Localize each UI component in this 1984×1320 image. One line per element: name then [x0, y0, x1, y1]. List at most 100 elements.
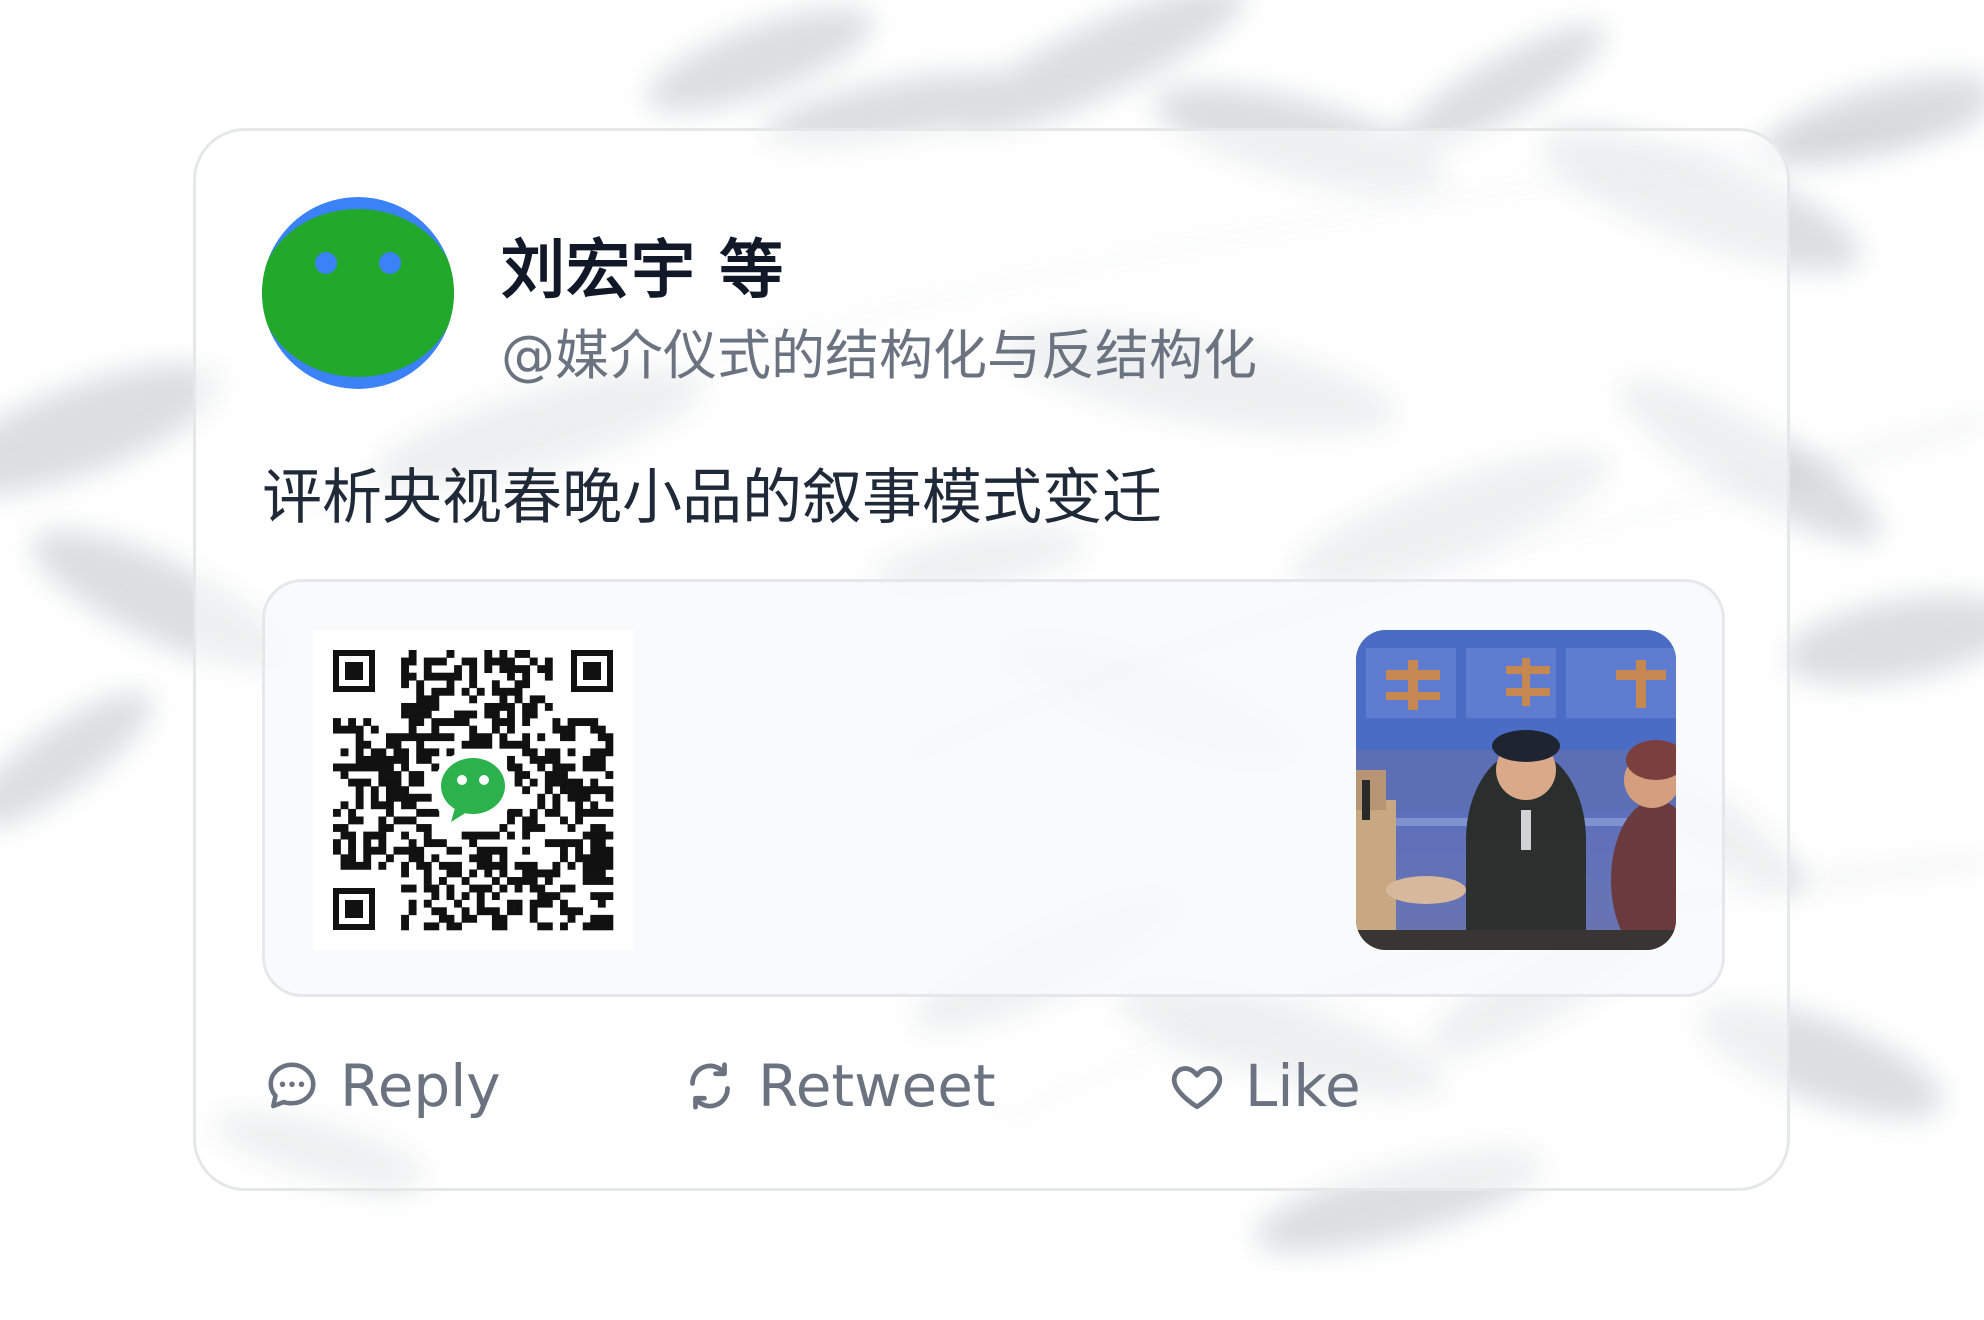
action-bar: Reply Retweet Like — [262, 1046, 1662, 1126]
qr-module — [560, 778, 568, 787]
qr-module — [348, 725, 357, 734]
qr-module — [537, 869, 546, 878]
qr-module — [575, 778, 584, 787]
qr-module — [544, 869, 553, 878]
qr-module — [355, 778, 364, 787]
qr-module — [499, 687, 508, 696]
qr-module — [461, 718, 470, 726]
qr-module — [454, 899, 462, 908]
qr-module — [408, 650, 417, 658]
qr-module — [416, 740, 425, 749]
qr-module — [416, 718, 425, 726]
qr-module — [560, 786, 568, 795]
comment-icon — [268, 1062, 316, 1109]
qr-module — [401, 763, 409, 772]
qr-module — [438, 657, 447, 666]
qr-module — [567, 763, 576, 772]
qr-module — [401, 702, 409, 711]
qr-module — [461, 907, 470, 916]
reply-button[interactable]: Reply — [262, 1046, 501, 1126]
author-handle[interactable]: @媒介仪式的结构化与反结构化 — [501, 311, 1257, 390]
qr-module — [552, 755, 561, 764]
qr-module — [544, 922, 553, 931]
qr-module — [416, 778, 425, 787]
qr-module — [385, 824, 394, 832]
qr-module — [605, 733, 614, 742]
qr-module — [408, 816, 417, 825]
qr-module — [408, 884, 417, 893]
qr-module — [355, 801, 364, 810]
qr-module — [491, 680, 500, 689]
qr-module — [575, 839, 584, 848]
qr-module — [522, 824, 531, 832]
qr-module — [567, 914, 576, 923]
qr-module — [605, 861, 614, 870]
qr-module — [499, 922, 508, 931]
qr-module — [560, 771, 568, 779]
qr-module — [423, 831, 432, 840]
qr-module — [476, 907, 485, 916]
qr-module — [340, 763, 349, 772]
qr-module — [401, 914, 409, 923]
qr-module — [590, 801, 599, 810]
qr-module — [484, 869, 493, 878]
qr-module — [590, 839, 599, 848]
qr-module — [476, 854, 485, 863]
qr-module — [552, 869, 561, 878]
qr-module — [385, 771, 394, 779]
qr-module — [499, 695, 508, 704]
qr-module — [461, 740, 470, 749]
qr-module — [522, 846, 531, 855]
media-panel[interactable] — [262, 579, 1725, 997]
qr-module — [529, 657, 538, 666]
qr-module — [560, 816, 568, 825]
qr-module — [423, 922, 432, 931]
qr-module — [560, 763, 568, 772]
qr-module — [423, 748, 432, 757]
qr-module — [537, 899, 546, 908]
qr-module — [522, 665, 531, 674]
qr-module — [590, 892, 599, 901]
qr-module — [363, 861, 372, 870]
qr-module — [522, 710, 531, 719]
qr-module — [507, 710, 515, 719]
stage-performance-photo[interactable] — [1356, 630, 1676, 950]
author-name[interactable]: 刘宏宇 等 — [501, 219, 784, 311]
qr-module — [491, 718, 500, 726]
qr-module — [385, 801, 394, 810]
qr-module — [408, 702, 417, 711]
qr-module — [552, 861, 561, 870]
qr-module — [423, 869, 432, 878]
qr-module — [401, 710, 409, 719]
qr-module — [552, 748, 561, 757]
qr-module — [469, 680, 478, 689]
qr-module — [401, 801, 409, 810]
qr-module — [348, 846, 357, 855]
qr-module — [348, 839, 357, 848]
qr-module — [529, 755, 538, 764]
qr-module — [491, 710, 500, 719]
qr-code[interactable] — [313, 630, 633, 950]
qr-module — [438, 718, 447, 726]
qr-module — [340, 831, 349, 840]
qr-module — [507, 877, 515, 885]
qr-module — [514, 680, 523, 689]
qr-module — [401, 672, 409, 681]
qr-module — [529, 710, 538, 719]
qr-module — [529, 907, 538, 916]
retweet-button[interactable]: Retweet — [680, 1046, 996, 1126]
qr-module — [507, 725, 515, 734]
qr-module — [408, 907, 417, 916]
like-button[interactable]: Like — [1167, 1046, 1361, 1126]
tweet-card[interactable]: 刘宏宇 等 @媒介仪式的结构化与反结构化 评析央视春晚小品的叙事模式变迁 Rep… — [193, 128, 1790, 1191]
qr-module — [522, 718, 531, 726]
qr-module — [560, 899, 568, 908]
qr-module — [378, 755, 387, 764]
qr-module — [597, 748, 606, 757]
qr-module — [469, 831, 478, 840]
qr-module — [363, 839, 372, 848]
qr-module — [529, 884, 538, 893]
qr-module — [408, 718, 417, 726]
avatar[interactable] — [262, 197, 454, 389]
qr-module — [544, 702, 553, 711]
